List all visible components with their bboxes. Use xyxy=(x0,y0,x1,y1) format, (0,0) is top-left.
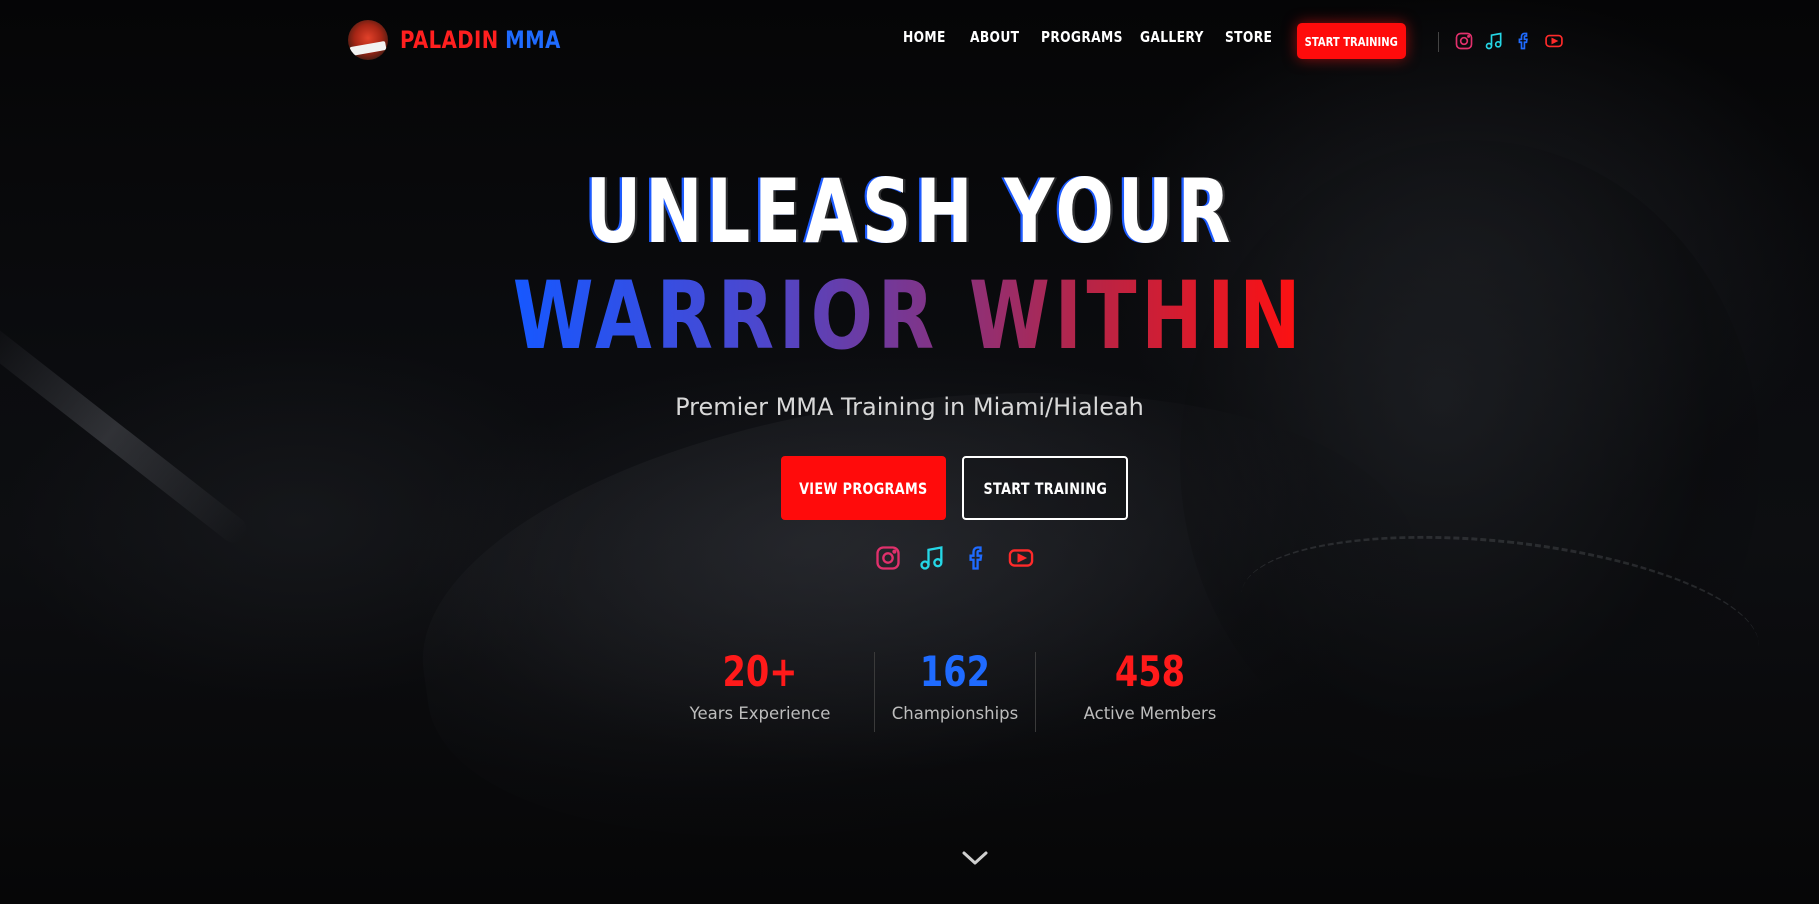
stat-years-experience: 20+ Years Experience xyxy=(680,646,840,723)
stat-label: Active Members xyxy=(1083,704,1217,723)
stat-divider xyxy=(1035,652,1036,732)
hero-tiktok-music-icon[interactable] xyxy=(918,544,946,572)
start-training-label: START TRAINING xyxy=(983,478,1107,498)
hero-title-line2-text: WARRIOR WITHIN xyxy=(513,262,1306,371)
header-divider xyxy=(1438,32,1439,52)
header-instagram-icon[interactable] xyxy=(1454,31,1474,51)
header-start-training-button[interactable]: START TRAINING xyxy=(1297,23,1406,59)
nav-item-programs[interactable]: PROGRAMS xyxy=(1041,28,1123,46)
site-header: PALADIN MMA HOME ABOUT PROGRAMS GALLERY S… xyxy=(0,0,1819,82)
start-training-button[interactable]: START TRAINING xyxy=(962,456,1128,520)
stat-value: 20+ xyxy=(722,647,798,696)
hero-instagram-icon[interactable] xyxy=(874,544,902,572)
header-youtube-icon[interactable] xyxy=(1544,31,1564,51)
hero-subtitle: Premier MMA Training in Miami/Hialeah xyxy=(675,393,1144,421)
hero-title-line2: WARRIOR WITHIN xyxy=(0,262,1819,371)
nav-item-home[interactable]: HOME xyxy=(903,28,946,46)
nav-item-store[interactable]: STORE xyxy=(1225,28,1272,46)
view-programs-label: VIEW PROGRAMS xyxy=(799,478,928,498)
stat-value: 162 xyxy=(919,647,991,696)
nav-item-gallery[interactable]: GALLERY xyxy=(1140,28,1204,46)
stat-label: Years Experience xyxy=(689,704,831,723)
header-start-training-label: START TRAINING xyxy=(1304,33,1399,49)
hero-background xyxy=(0,0,1819,904)
hero-facebook-icon[interactable] xyxy=(963,544,991,572)
nav-item-about[interactable]: ABOUT xyxy=(970,28,1019,46)
view-programs-button[interactable]: VIEW PROGRAMS xyxy=(781,456,946,520)
header-tiktok-music-icon[interactable] xyxy=(1484,31,1504,51)
header-facebook-icon[interactable] xyxy=(1514,31,1534,51)
stat-label: Championships xyxy=(891,704,1019,723)
hero-youtube-icon[interactable] xyxy=(1007,544,1035,572)
hero-title-line1-text: UNLEASH YOUR xyxy=(585,160,1234,263)
stat-value: 458 xyxy=(1114,647,1186,696)
scroll-down-chevron-icon[interactable] xyxy=(961,848,989,868)
hero-title-line1: UNLEASH YOUR xyxy=(0,160,1819,263)
stat-championships: 162 Championships xyxy=(875,646,1035,723)
stat-active-members: 458 Active Members xyxy=(1065,646,1235,723)
